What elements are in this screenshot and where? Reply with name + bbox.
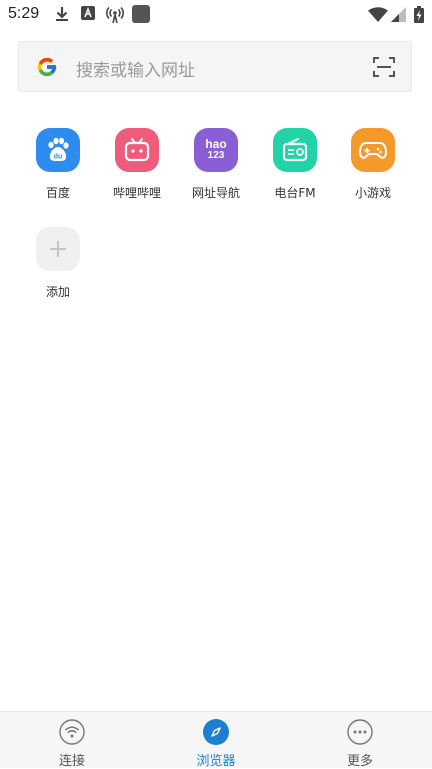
tile-baidu: du bbox=[36, 128, 80, 172]
status-time: 5:29 bbox=[8, 5, 40, 22]
nav-label: 更多 bbox=[346, 754, 373, 769]
search-input[interactable]: 搜索或输入网址 bbox=[76, 56, 195, 81]
nav-item-connect[interactable]: 连接 bbox=[22, 712, 122, 769]
shortcut-label: 电台FM bbox=[274, 186, 316, 200]
shortcut-label: 哔哩哔哩 bbox=[112, 186, 161, 200]
shortcut-label: 添加 bbox=[45, 285, 70, 299]
shortcut-baidu[interactable]: du 百度 bbox=[23, 128, 93, 201]
tile-bilibili bbox=[115, 128, 159, 172]
shortcut-hao123[interactable]: hao 123 网址导航 bbox=[181, 128, 251, 201]
google-logo-icon bbox=[37, 57, 57, 77]
plus-icon bbox=[50, 241, 66, 257]
app-notification-icon bbox=[132, 5, 150, 23]
gamepad-icon bbox=[358, 142, 388, 159]
shortcut-label: 小游戏 bbox=[354, 186, 391, 200]
tile-hao123: hao 123 bbox=[194, 128, 238, 172]
bottom-nav: 连接 浏览器 更多 bbox=[0, 711, 432, 769]
shortcut-radio-fm[interactable]: 电台FM bbox=[260, 128, 330, 201]
shortcut-mini-games[interactable]: 小游戏 bbox=[338, 128, 408, 201]
status-bar: 5:29 bbox=[0, 0, 432, 30]
cell-signal-icon bbox=[391, 7, 406, 22]
wifi-icon bbox=[59, 719, 85, 745]
battery-charging-icon bbox=[414, 6, 424, 23]
svg-text:du: du bbox=[54, 154, 63, 161]
more-icon bbox=[347, 719, 373, 745]
compass-icon bbox=[203, 719, 229, 745]
baidu-paw-icon: du bbox=[48, 137, 69, 162]
scan-icon[interactable] bbox=[372, 55, 396, 79]
nav-label: 浏览器 bbox=[196, 754, 236, 769]
nav-label: 连接 bbox=[58, 754, 85, 769]
hao123-icon: hao 123 bbox=[205, 137, 227, 161]
download-icon bbox=[56, 7, 68, 21]
font-app-icon bbox=[81, 6, 95, 20]
shortcut-label: 百度 bbox=[45, 186, 70, 200]
shortcut-bilibili[interactable]: 哔哩哔哩 bbox=[102, 128, 172, 201]
wifi-signal-icon bbox=[368, 7, 388, 22]
nav-item-more[interactable]: 更多 bbox=[310, 712, 410, 769]
shortcut-label: 网址导航 bbox=[191, 186, 240, 200]
tile-radio bbox=[273, 128, 317, 172]
tile-add bbox=[36, 227, 80, 271]
search-box[interactable]: 搜索或输入网址 bbox=[18, 41, 412, 92]
radio-icon bbox=[282, 138, 308, 162]
bilibili-tv-icon bbox=[124, 138, 150, 162]
nav-item-browser[interactable]: 浏览器 bbox=[166, 712, 266, 769]
shortcut-add[interactable]: 添加 bbox=[23, 227, 93, 300]
hotspot-icon bbox=[106, 6, 124, 24]
hao123-icon-text-top: hao bbox=[205, 137, 227, 151]
tile-games bbox=[351, 128, 395, 172]
hao123-icon-text-bottom: 123 bbox=[207, 150, 225, 161]
